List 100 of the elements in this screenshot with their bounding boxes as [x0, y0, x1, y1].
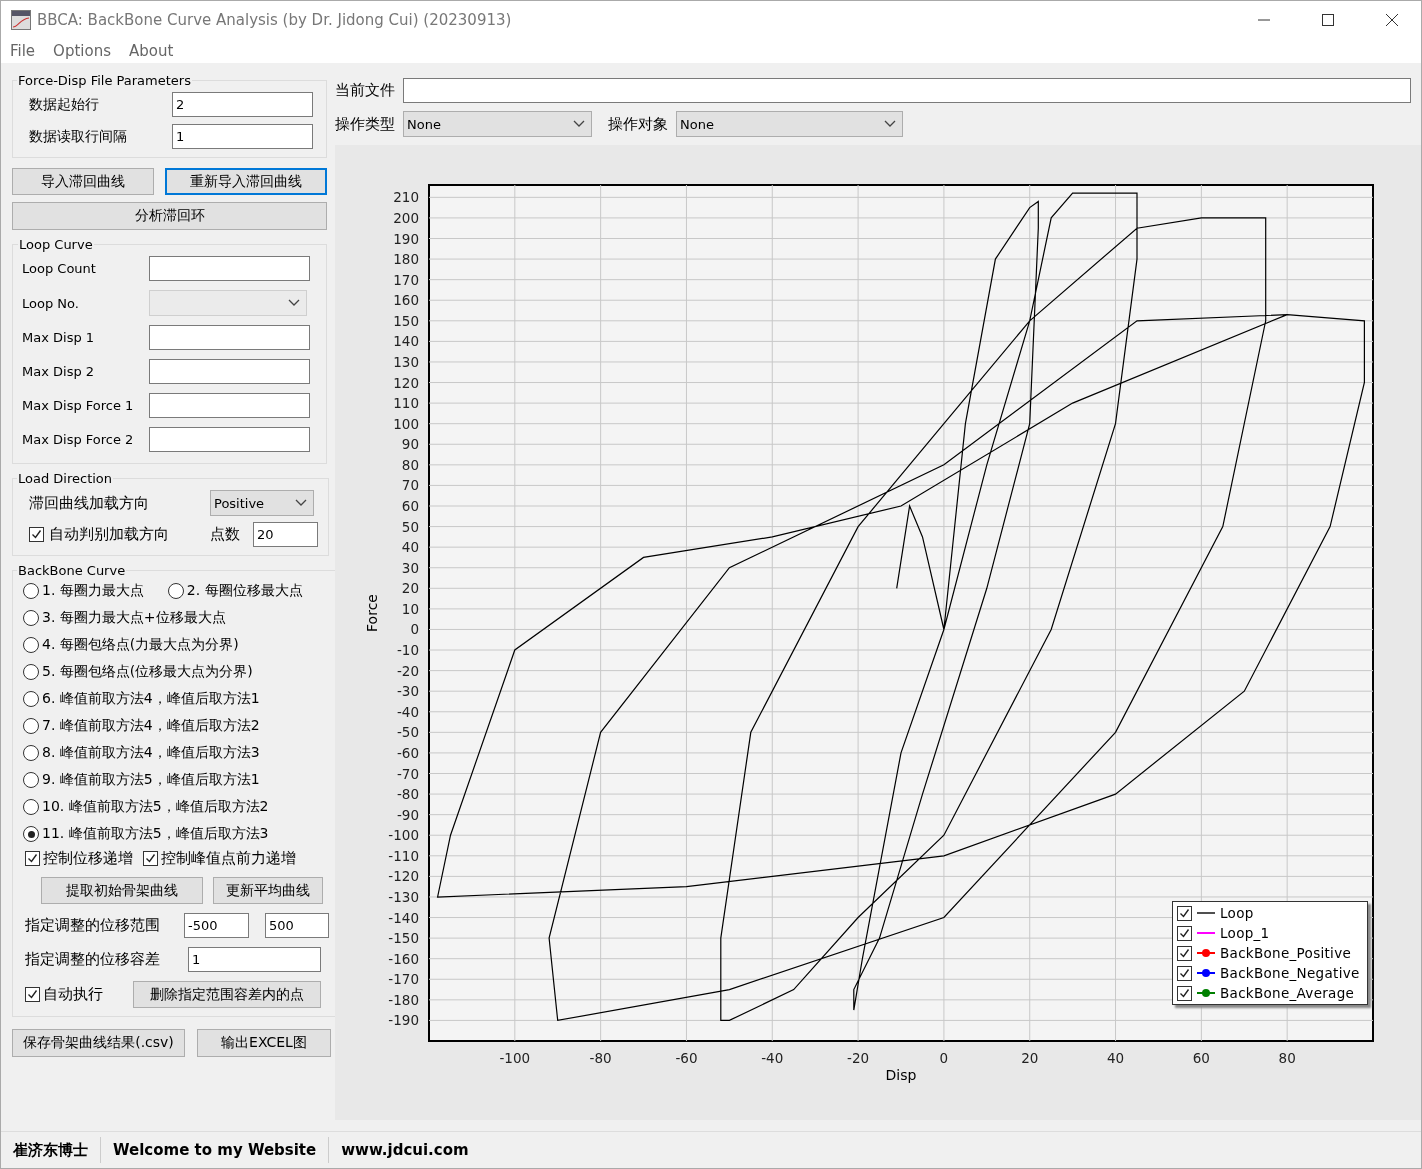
legend-label: BackBone_Negative [1220, 965, 1360, 981]
y-tick-label: -20 [396, 662, 419, 679]
y-tick-label: 150 [393, 312, 419, 329]
radio-option[interactable]: 5. 每圈包络点(位移最大点为分界) [23, 663, 329, 681]
delete-points-button[interactable]: 删除指定范围容差内的点 [133, 981, 321, 1008]
radio-option[interactable]: 1. 每圈力最大点 [23, 582, 144, 600]
file-path-field[interactable] [403, 78, 1411, 103]
checkbox[interactable] [1177, 945, 1192, 961]
text-field[interactable] [149, 427, 310, 452]
dropdown[interactable]: None [676, 111, 903, 137]
y-tick-label: -40 [396, 703, 419, 720]
radio-option[interactable]: 11. 峰值前取方法5，峰值后取方法3 [23, 825, 329, 843]
group-title: Load Direction [17, 471, 114, 486]
y-tick-label: -150 [388, 930, 419, 947]
y-tick-label: 90 [401, 436, 419, 453]
text-field[interactable] [149, 256, 310, 281]
radio-option[interactable]: 4. 每圈包络点(力最大点为分界) [23, 636, 329, 654]
checkbox[interactable] [25, 987, 40, 1002]
field-label: 指定调整的位移范围 [25, 916, 161, 935]
radio-button[interactable] [23, 718, 39, 734]
radio-option[interactable]: 8. 峰值前取方法4，峰值后取方法3 [23, 744, 329, 762]
text-field[interactable] [149, 359, 310, 384]
y-tick-label: 180 [393, 251, 419, 268]
radio-option[interactable]: 7. 峰值前取方法4，峰值后取方法2 [23, 717, 329, 735]
legend-label: Loop_1 [1220, 925, 1270, 941]
x-tick-label: -40 [761, 1050, 784, 1066]
radio-option[interactable]: 3. 每圈力最大点+位移最大点 [23, 609, 329, 627]
status-text: 崔济东博士 [1, 1137, 101, 1163]
legend-label: BackBone_Average [1220, 985, 1355, 1001]
y-tick-label: -190 [388, 1012, 419, 1029]
checkbox[interactable] [1177, 905, 1192, 921]
radio-button[interactable] [23, 691, 39, 707]
minimize-icon [1258, 19, 1270, 21]
text-field[interactable]: -500 [184, 913, 249, 938]
text-field[interactable] [149, 325, 310, 350]
y-tick-label: 20 [401, 580, 419, 597]
checkbox[interactable] [143, 851, 158, 866]
dropdown[interactable]: None [403, 111, 592, 137]
y-tick-label: 10 [401, 600, 419, 617]
text-field[interactable]: 1 [188, 947, 321, 972]
export-button[interactable]: 输出EXCEL图 [197, 1029, 331, 1057]
field-label: 操作对象 [608, 114, 668, 134]
text-field[interactable]: 500 [265, 913, 329, 938]
x-tick-label: -100 [499, 1050, 531, 1066]
update-button[interactable]: 更新平均曲线 [213, 877, 323, 904]
export-button[interactable]: 保存骨架曲线结果(.csv) [12, 1029, 185, 1057]
checkbox[interactable] [1177, 925, 1192, 941]
y-tick-label: -50 [396, 724, 419, 741]
group-title: Loop Curve [18, 237, 94, 252]
radio-button[interactable] [23, 664, 39, 680]
y-tick-label: -110 [388, 847, 419, 864]
checkbox[interactable] [29, 527, 44, 542]
text-field[interactable]: 20 [253, 522, 318, 547]
checkbox-label[interactable]: 自动执行 [25, 985, 125, 1004]
field-label: Max Disp Force 2 [22, 432, 135, 447]
radio-option[interactable]: 6. 峰值前取方法4，峰值后取方法1 [23, 690, 329, 708]
radio-button[interactable] [167, 583, 184, 599]
field-label: Max Disp 2 [22, 364, 96, 379]
radio-button[interactable] [23, 772, 39, 788]
analyze-button[interactable]: 分析滞回环 [12, 202, 327, 230]
x-tick-label: 40 [1106, 1050, 1125, 1066]
field-label: Loop No. [22, 295, 80, 311]
radio-button[interactable] [23, 637, 39, 653]
import-button[interactable]: 导入滞回曲线 [12, 168, 154, 195]
radio-button[interactable] [23, 826, 39, 842]
field-label: 数据起始行 [29, 95, 100, 114]
radio-button[interactable] [23, 610, 39, 626]
field-label: 操作类型 [335, 114, 395, 134]
radio-button[interactable] [23, 583, 39, 599]
y-tick-label: 60 [401, 498, 419, 514]
extract-button[interactable]: 提取初始骨架曲线 [41, 877, 203, 904]
import-button[interactable]: 重新导入滞回曲线 [165, 168, 327, 195]
menu-item[interactable]: About [129, 42, 174, 60]
radio-button[interactable] [23, 799, 39, 815]
group-title: Force-Disp File Parameters [17, 73, 192, 88]
y-tick-label: 200 [393, 209, 419, 226]
checkbox[interactable] [25, 851, 40, 866]
text-field[interactable]: 2 [172, 92, 313, 117]
text-field[interactable] [149, 393, 310, 418]
dropdown[interactable]: Positive [210, 490, 314, 516]
checkbox-label[interactable]: 控制位移递增 [25, 849, 133, 868]
menu-item[interactable]: Options [53, 42, 111, 60]
x-tick-label: -60 [675, 1050, 698, 1066]
checkbox-label[interactable]: 自动判别加载方向 [29, 525, 202, 544]
checkbox[interactable] [1177, 985, 1192, 1001]
chevron-down-icon [288, 299, 300, 307]
y-tick-label: 100 [393, 415, 419, 432]
x-tick-label: 80 [1278, 1050, 1296, 1066]
text-field[interactable]: 1 [172, 124, 313, 149]
checkbox-label[interactable]: 控制峰值点前力递增 [143, 849, 296, 868]
menu-item[interactable]: File [10, 42, 36, 60]
radio-option[interactable]: 9. 峰值前取方法5，峰值后取方法1 [23, 771, 329, 789]
radio-option[interactable]: 10. 峰值前取方法5，峰值后取方法2 [23, 798, 329, 816]
radio-option[interactable]: 2. 每圈位移最大点 [167, 582, 303, 600]
field-label: 当前文件 [335, 81, 395, 100]
field-label: 点数 [210, 525, 240, 544]
app-logo-icon [11, 10, 31, 30]
checkbox[interactable] [1177, 965, 1192, 981]
y-tick-label: 80 [401, 456, 419, 473]
radio-button[interactable] [23, 745, 39, 761]
